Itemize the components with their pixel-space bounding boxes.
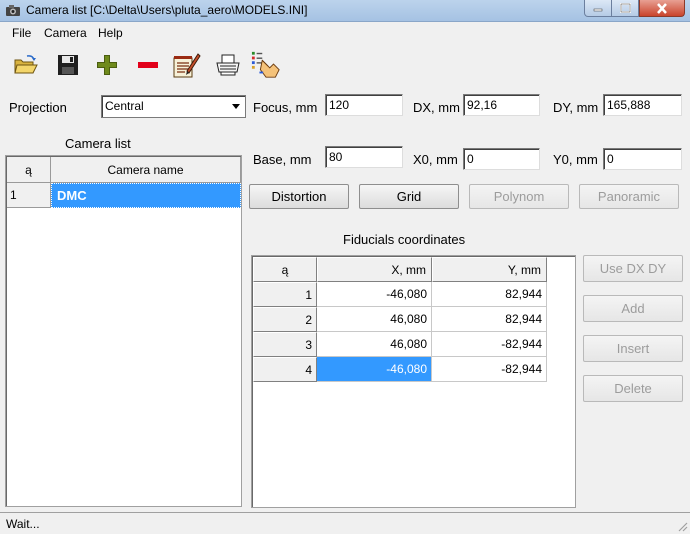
- focus-input[interactable]: [325, 94, 403, 116]
- distortion-button[interactable]: Distortion: [249, 184, 349, 209]
- fid-col-y[interactable]: Y, mm: [432, 257, 547, 282]
- camera-app-icon: [6, 5, 20, 16]
- delete-fiducial-button[interactable]: Delete: [583, 375, 683, 402]
- fid-row-4-x[interactable]: -46,080: [317, 357, 432, 382]
- save-button[interactable]: [53, 50, 83, 80]
- hand-pointer-icon: [251, 51, 280, 78]
- fid-row-2-number[interactable]: 2: [253, 307, 317, 332]
- y0-label: Y0, mm: [553, 152, 598, 167]
- x0-label: X0, mm: [413, 152, 458, 167]
- chevron-down-icon: [232, 104, 240, 109]
- remove-icon: [138, 62, 158, 68]
- toolbar: [0, 44, 690, 88]
- dropdown-button[interactable]: [228, 97, 244, 116]
- close-icon: [657, 2, 667, 14]
- dy-label: DY, mm: [553, 100, 599, 115]
- fid-row-3-x[interactable]: 46,080: [317, 332, 432, 357]
- fiducials-grid[interactable]: ą X, mm Y, mm 1 -46,080 82,944 2 46,080 …: [251, 255, 576, 508]
- minimize-icon: [593, 8, 603, 12]
- camera-list-title: Camera list: [65, 136, 131, 151]
- fid-row-4-number[interactable]: 4: [253, 357, 317, 382]
- focus-label: Focus, mm: [253, 100, 318, 115]
- fid-row-1-y[interactable]: 82,944: [432, 282, 547, 307]
- remove-camera-button[interactable]: [133, 50, 163, 80]
- fiducials-title: Fiducials coordinates: [343, 232, 466, 247]
- minimize-button[interactable]: [584, 0, 612, 17]
- fid-row-4-y[interactable]: -82,944: [432, 357, 547, 382]
- dy-input[interactable]: [603, 94, 682, 116]
- print-button[interactable]: [213, 50, 243, 80]
- open-button[interactable]: [11, 50, 41, 80]
- menu-camera[interactable]: Camera: [44, 26, 87, 40]
- fid-col-x[interactable]: X, mm: [317, 257, 432, 282]
- projection-value: Central: [105, 99, 144, 113]
- camera-row-name[interactable]: DMC: [51, 183, 241, 208]
- add-icon: [97, 55, 117, 75]
- fid-col-number[interactable]: ą: [253, 257, 317, 282]
- edit-notes-icon: [173, 53, 201, 78]
- camera-row-number[interactable]: 1: [7, 183, 51, 208]
- fid-row-2-x[interactable]: 46,080: [317, 307, 432, 332]
- save-icon: [58, 55, 78, 75]
- print-icon: [216, 54, 240, 76]
- panoramic-button[interactable]: Panoramic: [579, 184, 679, 209]
- open-folder-icon: [14, 55, 38, 74]
- insert-fiducial-button[interactable]: Insert: [583, 335, 683, 362]
- edit-notes-button[interactable]: [171, 50, 201, 80]
- projection-select[interactable]: Central: [101, 95, 246, 118]
- polynom-button[interactable]: Polynom: [469, 184, 569, 209]
- maximize-button[interactable]: [612, 0, 639, 17]
- x0-input[interactable]: [463, 148, 540, 170]
- grid-button[interactable]: Grid: [359, 184, 459, 209]
- fid-row-3-y[interactable]: -82,944: [432, 332, 547, 357]
- window-title: Camera list [C:\Delta\Users\pluta_aero\M…: [26, 3, 308, 17]
- dx-label: DX, mm: [413, 100, 460, 115]
- fid-row-2-y[interactable]: 82,944: [432, 307, 547, 332]
- add-fiducial-button[interactable]: Add: [583, 295, 683, 322]
- use-dx-dy-button[interactable]: Use DX DY: [583, 255, 683, 282]
- status-bar: Wait...: [0, 512, 690, 534]
- fid-row-1-number[interactable]: 1: [253, 282, 317, 307]
- maximize-icon: [619, 3, 631, 13]
- projection-label: Projection: [9, 100, 67, 115]
- y0-input[interactable]: [603, 148, 682, 170]
- menu-help[interactable]: Help: [98, 26, 123, 40]
- base-input[interactable]: [325, 146, 403, 168]
- fid-row-1-x[interactable]: -46,080: [317, 282, 432, 307]
- dx-input[interactable]: [463, 94, 540, 116]
- select-camera-button[interactable]: [251, 50, 281, 80]
- base-label: Base, mm: [253, 152, 312, 167]
- resize-grip-icon[interactable]: [676, 520, 688, 532]
- add-camera-button[interactable]: [92, 50, 122, 80]
- status-text: Wait...: [6, 517, 40, 531]
- camera-list-grid[interactable]: ą Camera name 1 DMC: [5, 155, 242, 507]
- fid-row-3-number[interactable]: 3: [253, 332, 317, 357]
- menu-file[interactable]: File: [12, 26, 31, 40]
- camera-col-number[interactable]: ą: [7, 157, 51, 183]
- title-bar[interactable]: Camera list [C:\Delta\Users\pluta_aero\M…: [0, 0, 690, 22]
- close-button[interactable]: [639, 0, 685, 17]
- camera-list-window: Camera list [C:\Delta\Users\pluta_aero\M…: [0, 0, 690, 534]
- menu-bar: File Camera Help: [0, 23, 690, 42]
- camera-col-name[interactable]: Camera name: [51, 157, 241, 183]
